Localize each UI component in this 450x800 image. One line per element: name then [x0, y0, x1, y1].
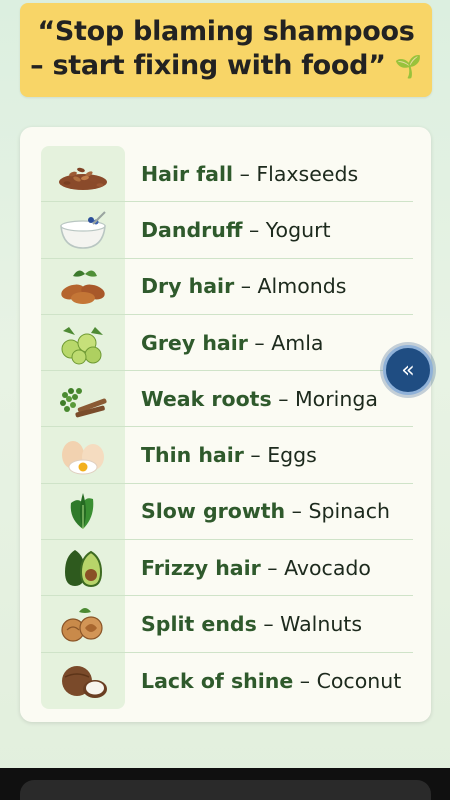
- flaxseeds-icon: [41, 146, 125, 202]
- food-label: Moringa: [294, 386, 378, 411]
- hair-problem-label: Frizzy hair: [141, 555, 261, 580]
- double-chevron-left-icon: «: [401, 357, 415, 383]
- list-item: Frizzy hair – Avocado: [41, 540, 413, 597]
- list-item: Dandruff – Yogurt: [41, 202, 413, 259]
- list-item: Weak roots – Moringa: [41, 371, 413, 428]
- sprout-icon: 🌱: [394, 55, 422, 80]
- title-banner: “Stop blaming shampoos – start fixing wi…: [20, 3, 432, 97]
- hair-problem-label: Dandruff: [141, 217, 243, 242]
- food-label: Avocado: [284, 555, 371, 580]
- food-label: Almonds: [257, 274, 347, 299]
- food-label: Flaxseeds: [256, 161, 359, 186]
- moringa-icon: [41, 371, 125, 427]
- hair-problem-label: Hair fall: [141, 161, 234, 186]
- title-line-2: – start fixing with food” 🌱: [30, 49, 422, 85]
- food-remedy-card: Hair fall – Flaxseeds Dandruff – Yogurt: [20, 127, 431, 722]
- title-line-2-text: – start fixing with food”: [30, 50, 386, 81]
- hair-problem-label: Thin hair: [141, 443, 244, 468]
- collapse-panel-button[interactable]: «: [383, 345, 433, 395]
- hair-problem-label: Grey hair: [141, 330, 248, 355]
- eggs-icon: [41, 427, 125, 483]
- hair-problem-label: Dry hair: [141, 274, 235, 299]
- list-item: Dry hair – Almonds: [41, 258, 413, 315]
- list-item: Lack of shine – Coconut: [41, 652, 413, 709]
- spinach-icon: [41, 483, 125, 540]
- almonds-icon: [41, 258, 125, 314]
- food-label: Walnuts: [280, 612, 363, 637]
- food-label: Yogurt: [265, 217, 331, 242]
- yogurt-icon: [41, 202, 125, 258]
- food-label: Coconut: [316, 668, 402, 693]
- amla-icon: [41, 314, 125, 371]
- bottom-sheet-handle[interactable]: [20, 780, 431, 800]
- food-label: Amla: [271, 330, 324, 355]
- food-label: Spinach: [308, 499, 390, 524]
- hair-problem-label: Weak roots: [141, 386, 272, 411]
- list-item: Hair fall – Flaxseeds: [41, 146, 413, 203]
- avocado-icon: [41, 540, 125, 596]
- list-item: Thin hair – Eggs: [41, 427, 413, 484]
- walnuts-icon: [41, 596, 125, 652]
- list-item: Split ends – Walnuts: [41, 596, 413, 653]
- hair-problem-label: Split ends: [141, 612, 257, 637]
- title-line-1: “Stop blaming shampoos: [37, 16, 415, 47]
- list-item: Slow growth – Spinach: [41, 483, 413, 541]
- hair-problem-label: Slow growth: [141, 499, 286, 524]
- hair-problem-label: Lack of shine: [141, 668, 294, 693]
- list-item: Grey hair – Amla: [41, 314, 413, 372]
- remedy-list: Hair fall – Flaxseeds Dandruff – Yogurt: [41, 146, 413, 709]
- coconut-icon: [41, 652, 125, 709]
- food-label: Eggs: [267, 443, 317, 468]
